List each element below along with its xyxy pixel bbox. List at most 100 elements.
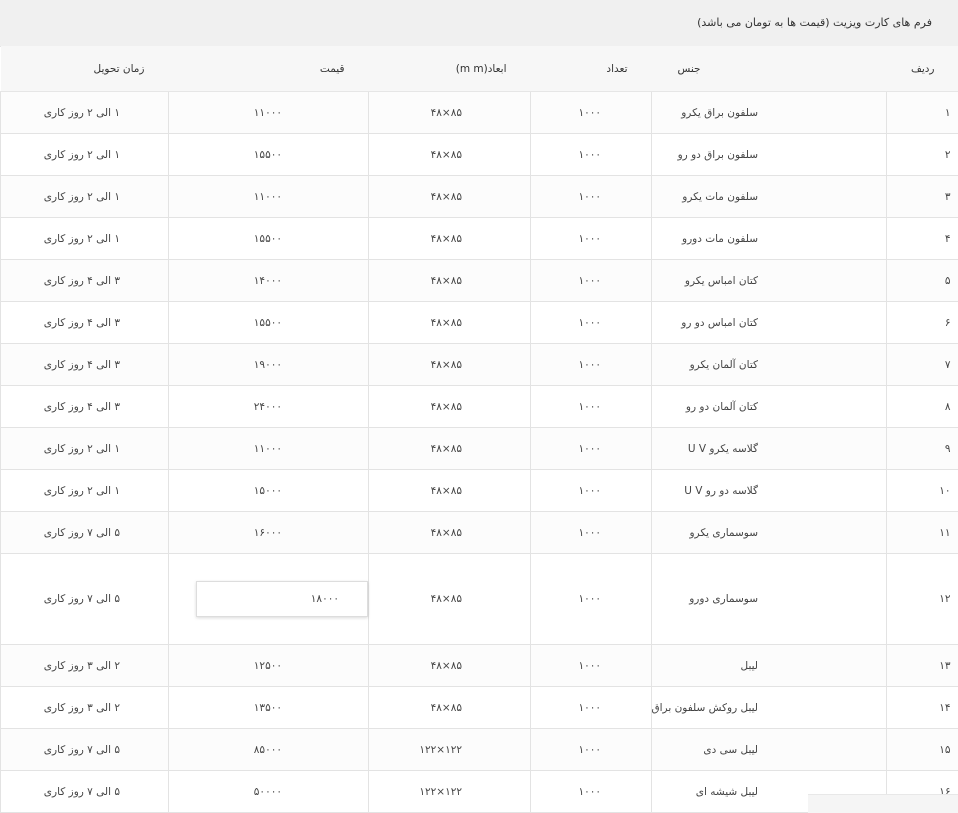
cell-price: ۱۵۵۰۰ (168, 133, 369, 176)
cell-row-number: ۷ (886, 343, 958, 386)
cell-material: لیبل روکش سلفون براق (651, 686, 887, 729)
cell-price: ۱۹۰۰۰ (168, 343, 369, 386)
table-header-row: ردیف جنس تعداد ابعاد(m m) قیمت زمان تحوی… (0, 46, 958, 92)
cell-delivery-time: ۵ الی ۷ روز کاری (0, 770, 169, 813)
cell-quantity: ۱۰۰۰ (530, 511, 652, 554)
cell-row-number: ۵ (886, 259, 958, 302)
cell-dimensions: ۸۵×۴۸ (368, 259, 531, 302)
cell-price: ۱۵۵۰۰ (168, 301, 369, 344)
cell-material: گلاسه دو رو U V (651, 469, 887, 512)
table-row: ۱۱ سوسماری یکرو ۱۰۰۰ ۸۵×۴۸ ۱۶۰۰۰ ۵ الی ۷… (0, 511, 958, 554)
header-row-number: ردیف (886, 46, 958, 92)
cell-row-number: ۳ (886, 175, 958, 218)
cell-price: ۱۶۰۰۰ (168, 511, 369, 554)
cell-delivery-time: ۱ الی ۲ روز کاری (0, 217, 169, 260)
cell-row-number: ۱۱ (886, 511, 958, 554)
table-row: ۸ کتان آلمان دو رو ۱۰۰۰ ۸۵×۴۸ ۲۴۰۰۰ ۳ ال… (0, 385, 958, 428)
cell-price: ۱۵۰۰۰ (168, 469, 369, 512)
table-row: ۳ سلفون مات یکرو ۱۰۰۰ ۸۵×۴۸ ۱۱۰۰۰ ۱ الی … (0, 175, 958, 218)
table-row: ۲ سلفون براق دو رو ۱۰۰۰ ۸۵×۴۸ ۱۵۵۰۰ ۱ ال… (0, 133, 958, 176)
cell-material: کتان امباس دو رو (651, 301, 887, 344)
cell-quantity: ۱۰۰۰ (530, 385, 652, 428)
cell-delivery-time: ۳ الی ۴ روز کاری (0, 385, 169, 428)
cell-delivery-time: ۱ الی ۲ روز کاری (0, 133, 169, 176)
cell-material: سلفون براق دو رو (651, 133, 887, 176)
cell-price: ۲۴۰۰۰ (168, 385, 369, 428)
cell-material: کتان آلمان یکرو (651, 343, 887, 386)
cell-delivery-time: ۱ الی ۲ روز کاری (0, 469, 169, 512)
cell-dimensions: ۸۵×۴۸ (368, 133, 531, 176)
cell-dimensions: ۱۲۲×۱۲۲ (368, 770, 531, 813)
cell-price: ۱۱۰۰۰ (168, 427, 369, 470)
cell-row-number: ۱۵ (886, 728, 958, 771)
cell-dimensions: ۸۵×۴۸ (368, 217, 531, 260)
header-material: جنس (651, 46, 887, 92)
cell-row-number: ۱۲ (886, 553, 958, 645)
cell-row-number: ۴ (886, 217, 958, 260)
cell-dimensions: ۸۵×۴۸ (368, 343, 531, 386)
cell-material: سوسماری یکرو (651, 511, 887, 554)
cell-row-number: ۲ (886, 133, 958, 176)
table-row: ۶ کتان امباس دو رو ۱۰۰۰ ۸۵×۴۸ ۱۵۵۰۰ ۳ ال… (0, 301, 958, 344)
cell-row-number: ۱ (886, 91, 958, 134)
cell-quantity: ۱۰۰۰ (530, 133, 652, 176)
cell-delivery-time: ۲ الی ۳ روز کاری (0, 644, 169, 687)
cell-quantity: ۱۰۰۰ (530, 728, 652, 771)
cell-quantity: ۱۰۰۰ (530, 686, 652, 729)
cell-price: ۱۵۵۰۰ (168, 217, 369, 260)
cell-material: سلفون مات یکرو (651, 175, 887, 218)
cell-material: لیبل سی دی (651, 728, 887, 771)
price-table: ردیف جنس تعداد ابعاد(m m) قیمت زمان تحوی… (0, 46, 958, 813)
cell-row-number: ۶ (886, 301, 958, 344)
cell-delivery-time: ۵ الی ۷ روز کاری (0, 553, 169, 645)
cell-price: ۱۱۰۰۰ (168, 91, 369, 134)
cell-quantity: ۱۰۰۰ (530, 427, 652, 470)
cell-material: لیبل (651, 644, 887, 687)
cell-dimensions: ۸۵×۴۸ (368, 91, 531, 134)
cell-quantity: ۱۰۰۰ (530, 553, 652, 645)
cell-dimensions: ۸۵×۴۸ (368, 427, 531, 470)
cell-delivery-time: ۳ الی ۴ روز کاری (0, 343, 169, 386)
table-row: ۵ کتان امباس یکرو ۱۰۰۰ ۸۵×۴۸ ۱۴۰۰۰ ۳ الی… (0, 259, 958, 302)
cell-dimensions: ۱۲۲×۱۲۲ (368, 728, 531, 771)
cell-material: گلاسه یکرو U V (651, 427, 887, 470)
cell-price: ۵۰۰۰۰ (168, 770, 369, 813)
cell-delivery-time: ۵ الی ۷ روز کاری (0, 728, 169, 771)
cell-material: کتان امباس یکرو (651, 259, 887, 302)
page-corner-overlay (808, 794, 958, 813)
table-row: ۱۵ لیبل سی دی ۱۰۰۰ ۱۲۲×۱۲۲ ۸۵۰۰۰ ۵ الی ۷… (0, 728, 958, 771)
table-row: ۹ گلاسه یکرو U V ۱۰۰۰ ۸۵×۴۸ ۱۱۰۰۰ ۱ الی … (0, 427, 958, 470)
cell-delivery-time: ۱ الی ۲ روز کاری (0, 175, 169, 218)
cell-quantity: ۱۰۰۰ (530, 644, 652, 687)
cell-delivery-time: ۲ الی ۳ روز کاری (0, 686, 169, 729)
cell-quantity: ۱۰۰۰ (530, 770, 652, 813)
cell-dimensions: ۸۵×۴۸ (368, 686, 531, 729)
table-row: ۱۳ لیبل ۱۰۰۰ ۸۵×۴۸ ۱۲۵۰۰ ۲ الی ۳ روز کار… (0, 644, 958, 687)
price-edit-value: ۱۸۰۰۰ (310, 593, 339, 605)
cell-dimensions: ۸۵×۴۸ (368, 385, 531, 428)
table-caption: فرم های کارت ویزیت (قیمت ها به تومان می … (0, 0, 958, 47)
table-row: ۱۲ سوسماری دورو ۱۰۰۰ ۸۵×۴۸ ۱۸۰۰۰ ۵ الی ۷… (0, 553, 958, 645)
cell-quantity: ۱۰۰۰ (530, 91, 652, 134)
table-body: ۱ سلفون براق یکرو ۱۰۰۰ ۸۵×۴۸ ۱۱۰۰۰ ۱ الی… (0, 91, 958, 813)
cell-row-number: ۱۳ (886, 644, 958, 687)
price-edit-box[interactable]: ۱۸۰۰۰ (196, 581, 368, 617)
cell-price: ۱۳۵۰۰ (168, 686, 369, 729)
cell-dimensions: ۸۵×۴۸ (368, 553, 531, 645)
header-delivery-time: زمان تحویل (0, 46, 169, 92)
cell-delivery-time: ۱ الی ۲ روز کاری (0, 427, 169, 470)
cell-price: ۱۴۰۰۰ (168, 259, 369, 302)
cell-dimensions: ۸۵×۴۸ (368, 644, 531, 687)
cell-price: ۱۲۵۰۰ (168, 644, 369, 687)
cell-quantity: ۱۰۰۰ (530, 343, 652, 386)
cell-delivery-time: ۵ الی ۷ روز کاری (0, 511, 169, 554)
cell-row-number: ۱۴ (886, 686, 958, 729)
cell-material: کتان آلمان دو رو (651, 385, 887, 428)
table-row: ۱ سلفون براق یکرو ۱۰۰۰ ۸۵×۴۸ ۱۱۰۰۰ ۱ الی… (0, 91, 958, 134)
cell-material: سلفون براق یکرو (651, 91, 887, 134)
cell-delivery-time: ۳ الی ۴ روز کاری (0, 301, 169, 344)
header-dimensions: ابعاد(m m) (368, 46, 531, 92)
header-price: قیمت (168, 46, 369, 92)
table-row: ۱۰ گلاسه دو رو U V ۱۰۰۰ ۸۵×۴۸ ۱۵۰۰۰ ۱ ال… (0, 469, 958, 512)
cell-quantity: ۱۰۰۰ (530, 217, 652, 260)
